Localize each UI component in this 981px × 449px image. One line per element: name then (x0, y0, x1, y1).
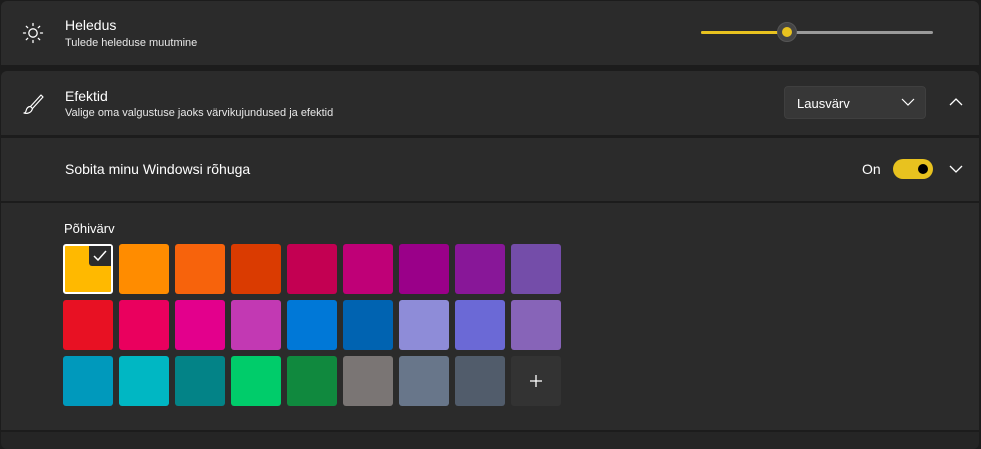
accent-match-title: Sobita minu Windowsi rõhuga (65, 161, 251, 177)
dropdown-value: Lausvärv (797, 96, 850, 111)
brightness-slider[interactable] (701, 22, 933, 42)
color-swatch[interactable] (63, 300, 113, 350)
accent-match-card: Sobita minu Windowsi rõhuga (1, 138, 979, 201)
color-swatch[interactable] (455, 244, 505, 294)
color-swatch[interactable] (511, 244, 561, 294)
chevron-up-icon[interactable] (944, 90, 968, 114)
effects-title: Efektid (65, 88, 108, 104)
color-swatch[interactable] (455, 356, 505, 406)
toggle-knob (918, 164, 928, 174)
color-swatch[interactable] (343, 244, 393, 294)
color-swatch[interactable] (343, 356, 393, 406)
color-swatch[interactable] (399, 300, 449, 350)
color-swatch[interactable] (175, 300, 225, 350)
color-swatch[interactable] (231, 300, 281, 350)
add-color-button[interactable] (511, 356, 561, 406)
color-swatch[interactable] (175, 244, 225, 294)
slider-fill (701, 31, 787, 34)
color-swatch[interactable] (399, 244, 449, 294)
color-swatch[interactable] (175, 356, 225, 406)
chevron-down-icon[interactable] (944, 157, 968, 181)
brush-icon (23, 94, 44, 114)
effects-dropdown[interactable]: Lausvärv (784, 86, 926, 119)
color-swatch[interactable] (399, 356, 449, 406)
color-swatch[interactable] (231, 356, 281, 406)
chevron-down-icon (901, 98, 915, 106)
brightness-title: Heledus (65, 17, 117, 33)
color-swatch[interactable] (287, 244, 337, 294)
color-swatch[interactable] (343, 300, 393, 350)
color-swatch[interactable] (119, 356, 169, 406)
color-swatch[interactable] (119, 300, 169, 350)
bottom-edge (1, 432, 979, 449)
color-swatch[interactable] (287, 356, 337, 406)
slider-thumb[interactable] (776, 22, 797, 42)
effects-description: Valige oma valgustuse jaoks värvikujundu… (65, 107, 334, 119)
color-swatch[interactable] (63, 356, 113, 406)
color-swatch[interactable] (511, 300, 561, 350)
brightness-description: Tulede heleduse muutmine (65, 37, 198, 49)
color-swatch[interactable] (63, 244, 113, 294)
brightness-icon (22, 22, 44, 44)
color-swatch[interactable] (231, 244, 281, 294)
color-swatch[interactable] (287, 300, 337, 350)
toggle-state-label: On (862, 161, 881, 177)
plus-icon (529, 374, 543, 388)
accent-match-toggle[interactable] (893, 159, 933, 179)
color-swatch[interactable] (455, 300, 505, 350)
color-swatch[interactable] (119, 244, 169, 294)
checkmark-icon (89, 246, 111, 266)
color-picker-label: Põhivärv (64, 221, 115, 236)
